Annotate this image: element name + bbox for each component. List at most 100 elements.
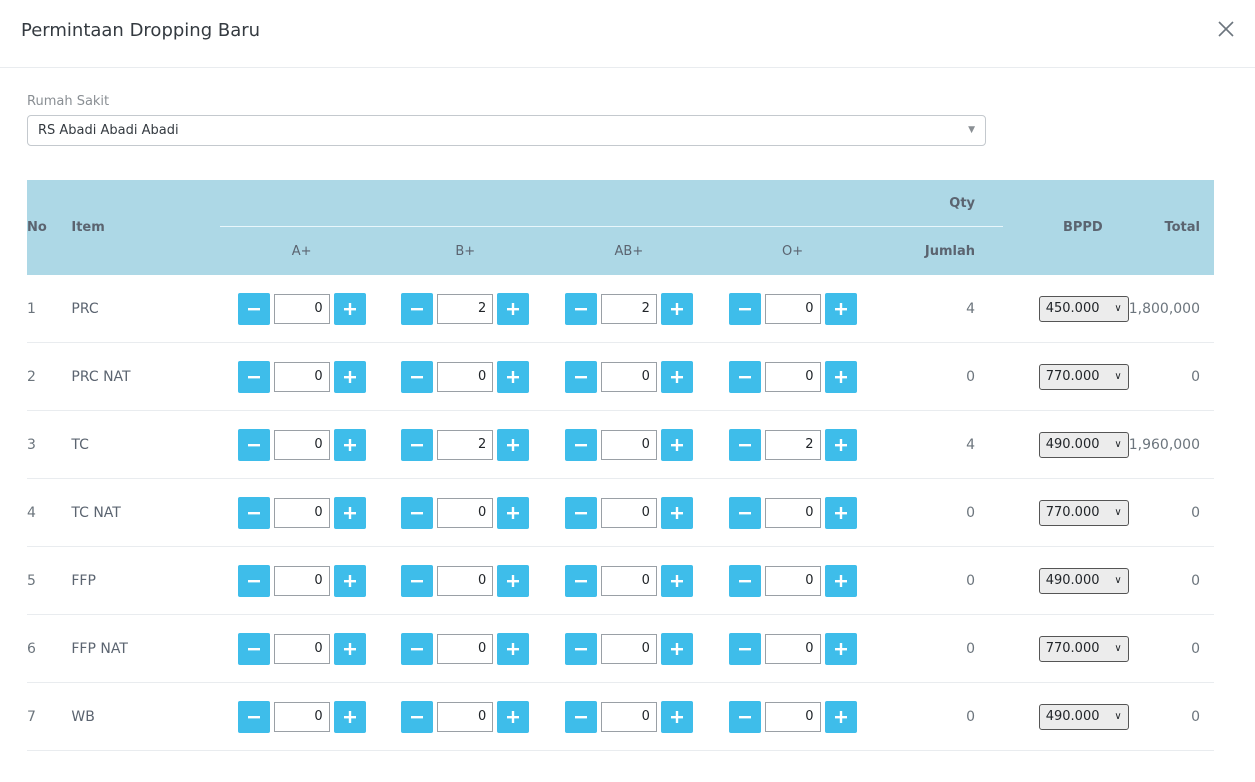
quantity-input[interactable]: 0 — [437, 497, 494, 528]
increment-button[interactable] — [333, 700, 366, 733]
quantity-input[interactable]: 0 — [273, 633, 330, 664]
decrement-button[interactable] — [401, 564, 434, 597]
increment-button[interactable] — [824, 700, 857, 733]
quantity-input[interactable]: 0 — [273, 361, 330, 392]
increment-button[interactable] — [660, 700, 693, 733]
increment-button[interactable] — [497, 292, 530, 325]
decrement-button[interactable] — [237, 632, 270, 665]
quantity-input[interactable]: 0 — [273, 293, 330, 324]
increment-button[interactable] — [497, 428, 530, 461]
decrement-button[interactable] — [728, 428, 761, 461]
quantity-stepper-a[interactable]: 0 — [237, 700, 366, 733]
increment-button[interactable] — [824, 496, 857, 529]
quantity-input[interactable]: 0 — [273, 565, 330, 596]
quantity-stepper-b[interactable]: 0 — [401, 632, 530, 665]
quantity-input[interactable]: 0 — [437, 565, 494, 596]
decrement-button[interactable] — [401, 496, 434, 529]
quantity-stepper-b[interactable]: 0 — [401, 360, 530, 393]
decrement-button[interactable] — [401, 700, 434, 733]
increment-button[interactable] — [497, 564, 530, 597]
increment-button[interactable] — [660, 632, 693, 665]
quantity-input[interactable]: 2 — [437, 293, 494, 324]
decrement-button[interactable] — [564, 564, 597, 597]
quantity-input[interactable]: 0 — [600, 565, 657, 596]
quantity-stepper-ab[interactable]: 0 — [564, 428, 693, 461]
quantity-input[interactable]: 0 — [764, 565, 821, 596]
quantity-input[interactable]: 2 — [600, 293, 657, 324]
quantity-stepper-a[interactable]: 0 — [237, 564, 366, 597]
decrement-button[interactable] — [564, 360, 597, 393]
quantity-stepper-b[interactable]: 2 — [401, 428, 530, 461]
quantity-stepper-b[interactable]: 0 — [401, 700, 530, 733]
quantity-stepper-b[interactable]: 2 — [401, 292, 530, 325]
quantity-input[interactable]: 0 — [273, 497, 330, 528]
decrement-button[interactable] — [728, 292, 761, 325]
decrement-button[interactable] — [401, 292, 434, 325]
increment-button[interactable] — [660, 428, 693, 461]
increment-button[interactable] — [660, 496, 693, 529]
bppd-select[interactable]: 770.000 ∨ — [1038, 499, 1129, 526]
increment-button[interactable] — [333, 292, 366, 325]
decrement-button[interactable] — [401, 428, 434, 461]
decrement-button[interactable] — [564, 428, 597, 461]
quantity-input[interactable]: 0 — [600, 701, 657, 732]
quantity-stepper-o[interactable]: 0 — [728, 700, 857, 733]
quantity-input[interactable]: 0 — [764, 361, 821, 392]
decrement-button[interactable] — [728, 564, 761, 597]
decrement-button[interactable] — [401, 632, 434, 665]
decrement-button[interactable] — [237, 700, 270, 733]
quantity-stepper-o[interactable]: 2 — [728, 428, 857, 461]
quantity-input[interactable]: 0 — [600, 361, 657, 392]
quantity-stepper-o[interactable]: 0 — [728, 360, 857, 393]
quantity-stepper-b[interactable]: 0 — [401, 496, 530, 529]
increment-button[interactable] — [824, 292, 857, 325]
quantity-input[interactable]: 0 — [437, 701, 494, 732]
quantity-input[interactable]: 2 — [764, 429, 821, 460]
quantity-stepper-o[interactable]: 0 — [728, 496, 857, 529]
increment-button[interactable] — [333, 428, 366, 461]
quantity-input[interactable]: 0 — [764, 497, 821, 528]
increment-button[interactable] — [497, 632, 530, 665]
decrement-button[interactable] — [564, 632, 597, 665]
increment-button[interactable] — [497, 700, 530, 733]
quantity-stepper-o[interactable]: 0 — [728, 292, 857, 325]
quantity-stepper-o[interactable]: 0 — [728, 632, 857, 665]
bppd-select[interactable]: 490.000 ∨ — [1038, 567, 1129, 594]
quantity-input[interactable]: 0 — [437, 633, 494, 664]
increment-button[interactable] — [824, 564, 857, 597]
quantity-input[interactable]: 0 — [273, 701, 330, 732]
quantity-input[interactable]: 0 — [764, 701, 821, 732]
quantity-stepper-o[interactable]: 0 — [728, 564, 857, 597]
bppd-select[interactable]: 450.000 ∨ — [1038, 295, 1129, 322]
quantity-stepper-ab[interactable]: 0 — [564, 496, 693, 529]
quantity-stepper-b[interactable]: 0 — [401, 564, 530, 597]
quantity-input[interactable]: 0 — [273, 429, 330, 460]
quantity-stepper-ab[interactable]: 0 — [564, 564, 693, 597]
decrement-button[interactable] — [564, 292, 597, 325]
increment-button[interactable] — [333, 632, 366, 665]
decrement-button[interactable] — [237, 428, 270, 461]
increment-button[interactable] — [660, 292, 693, 325]
hospital-select[interactable]: RS Abadi Abadi Abadi ▼ — [27, 115, 986, 146]
quantity-stepper-ab[interactable]: 0 — [564, 700, 693, 733]
decrement-button[interactable] — [237, 496, 270, 529]
quantity-input[interactable]: 2 — [437, 429, 494, 460]
decrement-button[interactable] — [237, 564, 270, 597]
decrement-button[interactable] — [564, 700, 597, 733]
decrement-button[interactable] — [728, 700, 761, 733]
quantity-input[interactable]: 0 — [600, 429, 657, 460]
decrement-button[interactable] — [237, 360, 270, 393]
bppd-select[interactable]: 770.000 ∨ — [1038, 363, 1129, 390]
increment-button[interactable] — [660, 360, 693, 393]
bppd-select[interactable]: 490.000 ∨ — [1038, 703, 1129, 730]
increment-button[interactable] — [824, 632, 857, 665]
increment-button[interactable] — [824, 428, 857, 461]
quantity-stepper-a[interactable]: 0 — [237, 632, 366, 665]
increment-button[interactable] — [660, 564, 693, 597]
quantity-input[interactable]: 0 — [764, 293, 821, 324]
bppd-select[interactable]: 770.000 ∨ — [1038, 635, 1129, 662]
increment-button[interactable] — [824, 360, 857, 393]
increment-button[interactable] — [333, 360, 366, 393]
increment-button[interactable] — [333, 496, 366, 529]
decrement-button[interactable] — [237, 292, 270, 325]
